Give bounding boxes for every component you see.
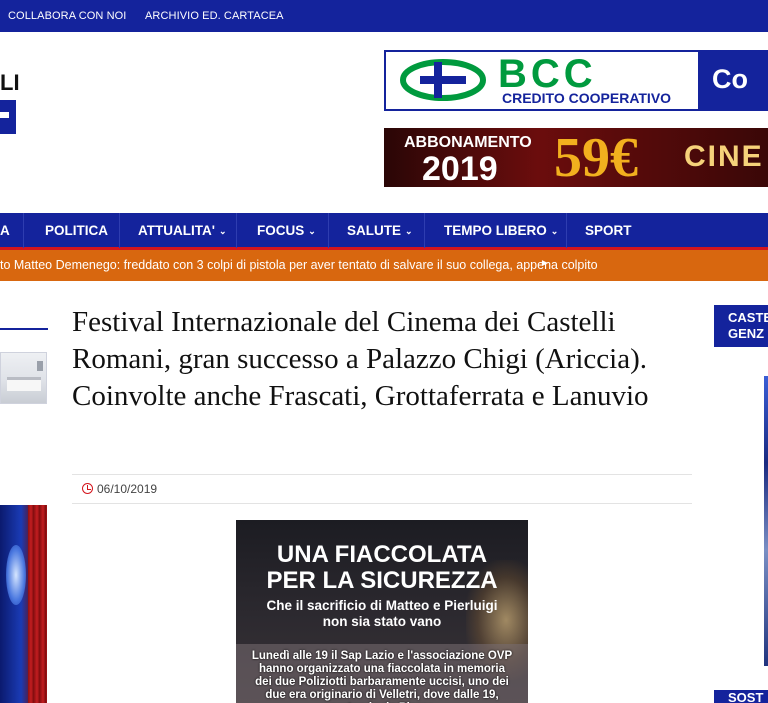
main-nav: A POLITICA ATTUALITA' ⌄ FOCUS ⌄ SALUTE ⌄ TE… (0, 213, 768, 250)
cinema-ad-price: 59€ (554, 128, 638, 187)
nav-item-label: POLITICA (45, 223, 108, 238)
bcc-emblem-icon (400, 59, 486, 101)
nav-item-label: FOCUS (257, 223, 305, 238)
article-header: Festival Internazionale del Cinema dei C… (72, 304, 692, 415)
sidebar-widget-title-1: CASTE GENZ (714, 305, 768, 347)
nav-item-label: ATTUALITA' (138, 223, 215, 238)
sidebar-widget-title-2-text: SOST (728, 690, 764, 703)
poster-headline-2: PER LA SICUREZZA (266, 567, 498, 594)
nav-item-sport[interactable]: SPORT (567, 213, 647, 248)
top-bar: COLLABORA CON NOI ARCHIVIO ED. CARTACEA (0, 0, 768, 32)
chevron-down-icon: ⌄ (218, 226, 227, 236)
nav-item-label: A (0, 223, 10, 238)
nav-item-attualita[interactable]: ATTUALITA' ⌄ (120, 213, 237, 248)
nav-item-label: SALUTE (347, 223, 401, 238)
ticker-text[interactable]: to Matteo Demenego: freddato con 3 colpi… (0, 258, 598, 272)
ad-banner-bcc[interactable]: BCC CREDITO COOPERATIVO Co (384, 50, 768, 111)
article-date: 06/10/2019 (97, 482, 158, 496)
poster-sub-1: Che il sacrificio di Matteo e Pierluigi (266, 598, 498, 613)
nav-item-politica[interactable]: POLITICA (24, 213, 120, 248)
cinema-ad-name: CINE (684, 140, 764, 173)
poster-headline-1: UNA FIACCOLATA (276, 541, 488, 568)
bcc-subtitle: CREDITO COOPERATIVO (502, 90, 672, 106)
nav-item-tempo-libero[interactable]: TEMPO LIBERO ⌄ (425, 213, 567, 248)
clock-icon (82, 483, 93, 494)
nav-item-label: SPORT (585, 223, 632, 238)
ad-banner-cinema[interactable]: ABBONAMENTO 2019 59€ CINE (384, 128, 768, 187)
nav-item-label: TEMPO LIBERO (444, 223, 547, 238)
news-ticker: to Matteo Demenego: freddato con 3 colpi… (0, 250, 768, 281)
link-collabora[interactable]: COLLABORA CON NOI (8, 10, 126, 22)
chevron-down-icon: ⌄ (550, 226, 559, 236)
left-thumbnail[interactable] (0, 352, 47, 404)
sidebar-image-edge[interactable] (764, 376, 768, 666)
nav-item-salute[interactable]: SALUTE ⌄ (329, 213, 425, 248)
sidebar-widget-title-2: SOST (714, 690, 768, 703)
bcc-right-block: Co (698, 52, 766, 109)
article-title: Festival Internazionale del Cinema dei C… (72, 306, 649, 412)
article-meta: 06/10/2019 (72, 474, 692, 504)
article-featured-image[interactable]: UNA FIACCOLATA PER LA SICUREZZA Che il s… (236, 520, 528, 703)
left-widget-divider (0, 328, 48, 330)
cinema-ad-year: 2019 (422, 150, 498, 187)
nav-item-home[interactable]: A (0, 213, 24, 248)
site-logo[interactable]: LI (0, 70, 20, 134)
sidebar-widget-title-1-text: CASTE GENZ (728, 310, 768, 341)
chevron-down-icon: ⌄ (308, 226, 316, 236)
thumbnail-bed-shape (7, 377, 41, 391)
chevron-right-icon[interactable]: ► (540, 258, 550, 269)
poster-body: Lunedì alle 19 il Sap Lazio e l'associaz… (251, 650, 513, 703)
thumbnail-lamp-shape (37, 361, 43, 371)
logo-mark (0, 100, 16, 134)
bcc-right-text: Co (712, 64, 748, 94)
chevron-down-icon: ⌄ (405, 226, 413, 236)
left-ad-image[interactable] (0, 505, 47, 703)
nav-item-focus[interactable]: FOCUS ⌄ (237, 213, 329, 248)
poster-sub-2: non sia stato vano (322, 614, 442, 629)
logo-text-fragment: LI (0, 70, 20, 95)
link-archivio[interactable]: ARCHIVIO ED. CARTACEA (145, 10, 284, 22)
